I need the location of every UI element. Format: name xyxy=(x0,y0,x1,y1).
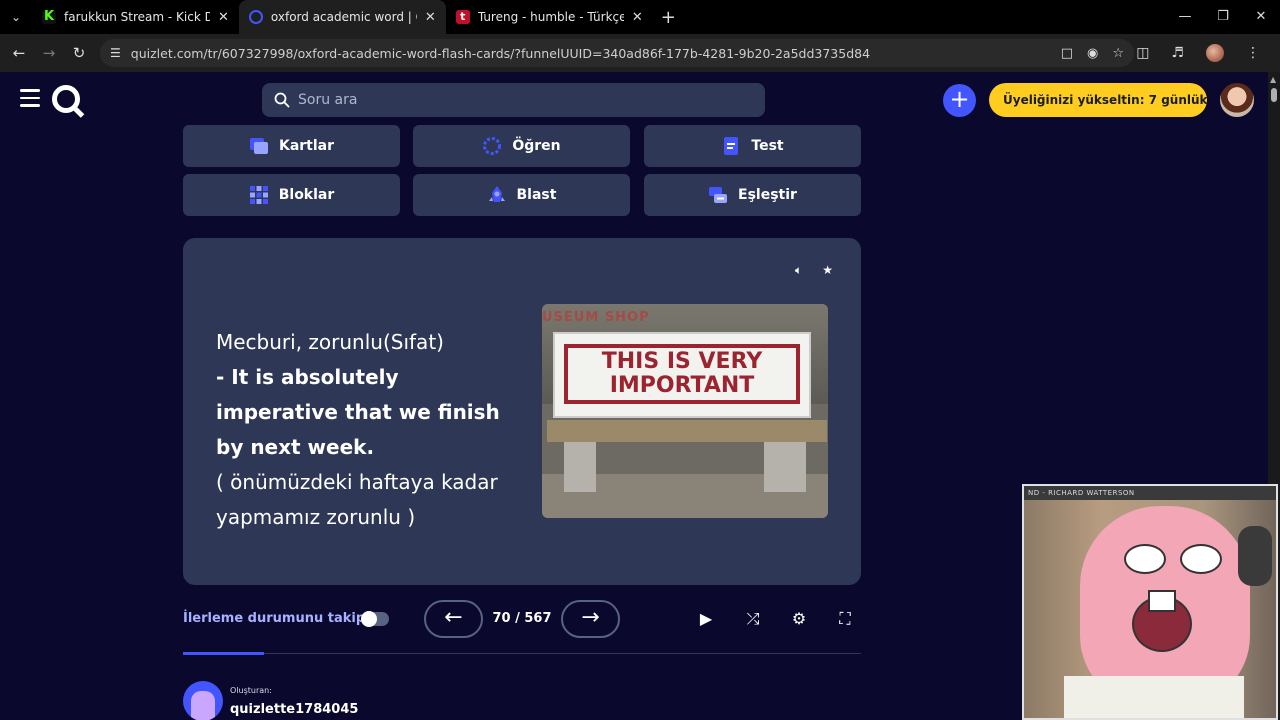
quizlet-header: + Üyeliğinizi yükseltin: 7 günlük ücr... xyxy=(0,72,1268,128)
mode-label: Blast xyxy=(516,187,557,203)
browser-tab-quizlet[interactable]: oxford academic word | Quizlet ✕ xyxy=(238,0,446,34)
track-progress-toggle[interactable] xyxy=(361,611,389,627)
mode-flashcards-button[interactable]: Kartlar xyxy=(183,125,400,167)
mode-label: Test xyxy=(751,138,784,154)
new-tab-plus-icon[interactable]: + xyxy=(661,7,676,28)
scroll-up-arrow-icon[interactable]: ▲ xyxy=(1270,75,1276,84)
forward-arrow-icon[interactable]: → xyxy=(34,44,64,62)
browser-tab-bar: ⌄ K farukkun Stream - Kick Dashbo ✕ oxfo… xyxy=(0,0,1280,34)
card-definition: Mecburi, zorunlu(Sıfat) - It is absolute… xyxy=(216,325,516,535)
extensions-icon[interactable]: ◫ xyxy=(1136,45,1149,61)
url-text[interactable]: quizlet.com/tr/607327998/oxford-academic… xyxy=(131,46,1031,61)
image-shop-sign-text: USEUM SHOP xyxy=(542,310,650,325)
tab-title: oxford academic word | Quizlet xyxy=(270,10,417,24)
create-plus-button[interactable]: + xyxy=(943,84,976,117)
minimize-icon[interactable]: — xyxy=(1166,0,1204,34)
eye-slash-icon[interactable]: ◉ xyxy=(1087,46,1098,61)
mode-label: Eşleştir xyxy=(738,187,797,203)
flashcards-icon xyxy=(249,138,268,154)
back-arrow-icon[interactable]: ← xyxy=(4,44,34,62)
creator-name[interactable]: quizlette1784045 xyxy=(230,702,358,717)
window-controls: — ❐ ✕ xyxy=(1166,0,1280,34)
tab-close-icon[interactable]: ✕ xyxy=(218,10,229,25)
mode-match-button[interactable]: Eşleştir xyxy=(644,174,861,216)
window-close-icon[interactable]: ✕ xyxy=(1242,0,1280,34)
test-icon xyxy=(724,137,739,155)
kick-favicon-icon: K xyxy=(42,9,56,24)
maximize-icon[interactable]: ❐ xyxy=(1204,0,1242,34)
blocks-icon xyxy=(249,186,268,204)
browser-tab-kick[interactable]: K farukkun Stream - Kick Dashbo ✕ xyxy=(32,0,239,34)
play-icon[interactable]: ▶ xyxy=(694,607,718,631)
hamburger-menu-icon[interactable] xyxy=(20,89,40,111)
omnibox[interactable]: ☰ quizlet.com/tr/607327998/oxford-academ… xyxy=(100,39,1134,67)
card-counter: 70 / 567 xyxy=(492,611,552,626)
image-bench xyxy=(547,420,827,442)
star-favorite-icon[interactable]: ★ xyxy=(822,263,833,278)
mode-label: Öğren xyxy=(512,138,561,154)
tab-close-icon[interactable]: ✕ xyxy=(632,10,643,25)
webcam-overlay: ND - RICHARD WATTERSON xyxy=(1022,484,1278,720)
scrollbar-thumb[interactable] xyxy=(1271,88,1277,102)
card-example: - It is absolutely imperative that we fi… xyxy=(216,365,500,459)
match-icon xyxy=(709,187,728,203)
card-term: Mecburi, zorunlu(Sıfat) xyxy=(216,330,444,354)
card-image[interactable]: USEUM SHOP THIS IS VERY IMPORTANT xyxy=(542,304,828,518)
image-sign-line1: THIS IS VERY xyxy=(601,349,763,374)
mode-label: Kartlar xyxy=(278,138,335,154)
mode-blocks-button[interactable]: Bloklar xyxy=(183,174,400,216)
arrow-right-icon: → xyxy=(581,605,600,630)
tab-title: Tureng - humble - Türkçe İngiliz xyxy=(477,10,624,24)
search-input[interactable] xyxy=(298,92,738,108)
bookmark-star-icon[interactable]: ☆ xyxy=(1112,46,1124,61)
address-bar: ← → ↻ ☰ quizlet.com/tr/607327998/oxford-… xyxy=(0,34,1280,72)
created-by-label: Oluşturan: xyxy=(230,686,272,695)
mode-learn-button[interactable]: Öğren xyxy=(413,125,630,167)
section-divider xyxy=(183,653,861,654)
mode-blast-button[interactable]: Blast xyxy=(413,174,630,216)
image-sign: THIS IS VERY IMPORTANT xyxy=(553,332,811,418)
webcam-caption: ND - RICHARD WATTERSON xyxy=(1024,486,1276,500)
progress-indicator xyxy=(183,652,264,655)
site-info-icon[interactable]: ☰ xyxy=(110,46,121,60)
image-sign-line2: IMPORTANT xyxy=(609,373,755,398)
flashcard[interactable]: 🔈︎ ★ Mecburi, zorunlu(Sıfat) - It is abs… xyxy=(183,238,861,585)
media-control-icon[interactable]: ♬ xyxy=(1171,45,1184,61)
arrow-left-icon: ← xyxy=(444,605,463,630)
user-avatar[interactable] xyxy=(1220,83,1254,117)
tab-title: farukkun Stream - Kick Dashbo xyxy=(64,10,210,24)
mode-label: Bloklar xyxy=(278,187,335,203)
fullscreen-icon[interactable]: ⛶ xyxy=(833,607,857,631)
search-icon xyxy=(274,92,290,108)
card-translation: ( önümüzdeki haftaya kadar yapmamız zoru… xyxy=(216,470,498,529)
headset-icon xyxy=(1238,526,1272,586)
reload-icon[interactable]: ↻ xyxy=(64,44,94,62)
search-bar[interactable] xyxy=(262,83,765,117)
shuffle-icon[interactable]: ⤮ xyxy=(741,607,765,631)
creator-avatar[interactable] xyxy=(183,681,223,720)
quizlet-logo-icon[interactable] xyxy=(52,85,80,113)
upgrade-button[interactable]: Üyeliğinizi yükseltin: 7 günlük ücr... xyxy=(989,83,1207,117)
tureng-favicon-icon: t xyxy=(455,10,470,24)
tab-list-chevron-down-icon[interactable]: ⌄ xyxy=(0,10,32,24)
settings-gear-icon[interactable]: ⚙ xyxy=(787,607,811,631)
browser-menu-icon[interactable]: ⋮ xyxy=(1246,45,1260,61)
track-progress-label: İlerleme durumunu takip et xyxy=(183,611,385,626)
speaker-audio-icon[interactable]: 🔈︎ xyxy=(795,263,802,278)
browser-profile-avatar[interactable] xyxy=(1206,44,1224,62)
mode-test-button[interactable]: Test xyxy=(644,125,861,167)
tab-close-icon[interactable]: ✕ xyxy=(425,10,436,25)
blast-icon xyxy=(488,186,505,202)
next-card-button[interactable]: → xyxy=(561,600,620,638)
previous-card-button[interactable]: ← xyxy=(424,600,483,638)
quizlet-favicon-icon xyxy=(248,10,263,24)
install-app-icon[interactable]: □ xyxy=(1061,46,1073,61)
browser-tab-tureng[interactable]: t Tureng - humble - Türkçe İngiliz ✕ xyxy=(446,0,653,34)
learn-icon xyxy=(483,137,502,155)
